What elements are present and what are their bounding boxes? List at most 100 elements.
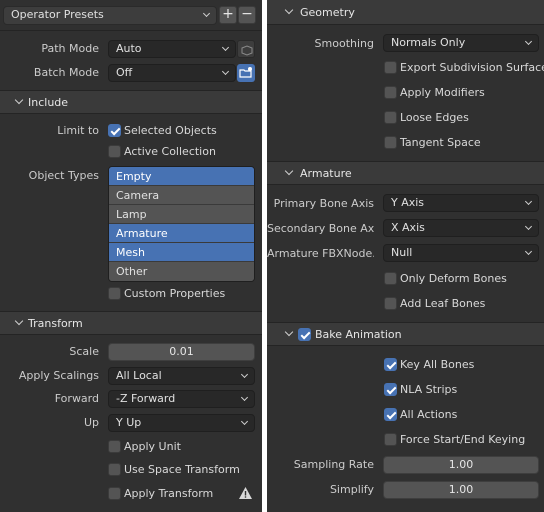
object-type-item[interactable]: Mesh [109,243,254,262]
key-all-bones-label: Key All Bones [400,358,475,371]
use-space-transform-checkbox[interactable] [108,463,121,476]
geometry-title: Geometry [300,6,355,19]
object-types-list[interactable]: Empty Camera Lamp Armature Mesh Other [108,166,255,282]
up-dropdown[interactable]: Y Up [108,414,255,432]
apply-scalings-value: All Local [116,369,162,382]
tangent-space-checkbox[interactable] [384,136,397,149]
smoothing-dropdown[interactable]: Normals Only [383,34,539,52]
force-start-end-keying-checkbox[interactable] [384,433,397,446]
use-space-transform-label: Use Space Transform [124,463,240,476]
export-subdivision-surface-label: Export Subdivision Surface [400,61,544,74]
forward-value: -Z Forward [116,392,176,405]
apply-transform-checkbox[interactable] [108,487,121,500]
armature-fbx-node-value: Null [391,246,413,259]
armature-fbx-node-label: Armature FBXNode... [267,247,374,260]
tangent-space-label: Tangent Space [400,136,481,149]
chevron-down-icon [240,370,249,379]
left-panel: Operator Presets + − Path Mode Auto Batc… [0,0,262,512]
armature-title: Armature [300,167,352,180]
apply-scalings-label: Apply Scalings [18,369,99,382]
force-start-end-keying-label: Force Start/End Keying [400,433,526,446]
path-mode-label: Path Mode [41,42,99,55]
simplify-field[interactable]: 1.00 [383,481,539,499]
object-type-item[interactable]: Other [109,262,254,281]
chevron-down-icon [221,43,230,52]
object-type-item[interactable]: Armature [109,224,254,243]
active-collection-checkbox[interactable] [108,145,121,158]
chevron-down-icon [240,417,249,426]
path-mode-dropdown[interactable]: Auto [108,40,236,58]
apply-scalings-dropdown[interactable]: All Local [108,367,255,385]
selected-objects-checkbox[interactable] [108,124,121,137]
remove-preset-button[interactable]: − [238,6,256,24]
batch-mode-value: Off [116,66,133,79]
loose-edges-label: Loose Edges [400,111,469,124]
custom-properties-checkbox[interactable] [108,287,121,300]
include-title: Include [28,96,69,109]
chevron-down-icon [221,67,230,76]
sampling-rate-field[interactable]: 1.00 [383,456,539,474]
warning-icon [238,486,253,503]
batch-folder-icon[interactable] [237,64,255,82]
bake-animation-checkbox[interactable] [298,328,311,341]
primary-bone-axis-value: Y Axis [391,196,425,209]
add-leaf-bones-checkbox[interactable] [384,297,397,310]
nla-strips-label: NLA Strips [400,383,458,396]
path-mode-value: Auto [116,42,142,55]
only-deform-bones-checkbox[interactable] [384,272,397,285]
chevron-down-icon [524,247,533,256]
apply-unit-checkbox[interactable] [108,440,121,453]
batch-mode-dropdown[interactable]: Off [108,64,236,82]
all-actions-checkbox[interactable] [384,408,397,421]
apply-transform-label: Apply Transform [124,487,214,500]
operator-presets-label: Operator Presets [11,8,104,21]
chevron-down-icon [202,9,211,18]
apply-unit-label: Apply Unit [124,440,181,453]
forward-label: Forward [54,392,99,405]
nla-strips-checkbox[interactable] [384,383,397,396]
custom-properties-label: Custom Properties [124,287,226,300]
add-leaf-bones-label: Add Leaf Bones [400,297,486,310]
primary-bone-axis-label: Primary Bone Axis [273,197,374,210]
apply-modifiers-checkbox[interactable] [384,86,397,99]
key-all-bones-checkbox[interactable] [384,358,397,371]
object-type-item[interactable]: Lamp [109,205,254,224]
divider [0,30,262,31]
loose-edges-checkbox[interactable] [384,111,397,124]
chevron-down-icon [524,222,533,231]
object-types-label: Object Types [28,169,99,182]
limit-to-label: Limit to [57,124,99,137]
secondary-bone-axis-label: Secondary Bone Axi [267,222,374,235]
up-label: Up [83,416,99,429]
primary-bone-axis-dropdown[interactable]: Y Axis [383,194,539,212]
smoothing-label: Smoothing [314,37,374,50]
chevron-down-icon [524,197,533,206]
sampling-rate-label: Sampling Rate [293,458,374,471]
add-preset-button[interactable]: + [219,6,237,24]
operator-presets-dropdown[interactable]: Operator Presets [3,6,217,25]
up-value: Y Up [116,416,142,429]
chevron-down-icon [524,37,533,46]
scale-label: Scale [69,345,99,358]
selected-objects-label: Selected Objects [124,124,217,137]
scale-field[interactable]: 0.01 [108,343,255,361]
smoothing-value: Normals Only [391,36,466,49]
object-type-item[interactable]: Empty [109,167,254,186]
apply-modifiers-label: Apply Modifiers [400,86,485,99]
simplify-label: Simplify [329,483,374,496]
secondary-bone-axis-value: X Axis [391,221,425,234]
all-actions-label: All Actions [400,408,458,421]
active-collection-label: Active Collection [124,145,216,158]
only-deform-bones-label: Only Deform Bones [400,272,507,285]
armature-fbx-node-dropdown[interactable]: Null [383,244,539,262]
path-mode-icon[interactable] [237,40,255,58]
secondary-bone-axis-dropdown[interactable]: X Axis [383,219,539,237]
object-type-item[interactable]: Camera [109,186,254,205]
right-panel: Geometry Smoothing Normals Only Export S… [267,0,544,512]
transform-title: Transform [28,317,83,330]
chevron-down-icon [240,393,249,402]
batch-mode-label: Batch Mode [33,66,99,79]
export-subdivision-surface-checkbox[interactable] [384,61,397,74]
forward-dropdown[interactable]: -Z Forward [108,390,255,408]
bake-animation-title: Bake Animation [315,328,402,341]
